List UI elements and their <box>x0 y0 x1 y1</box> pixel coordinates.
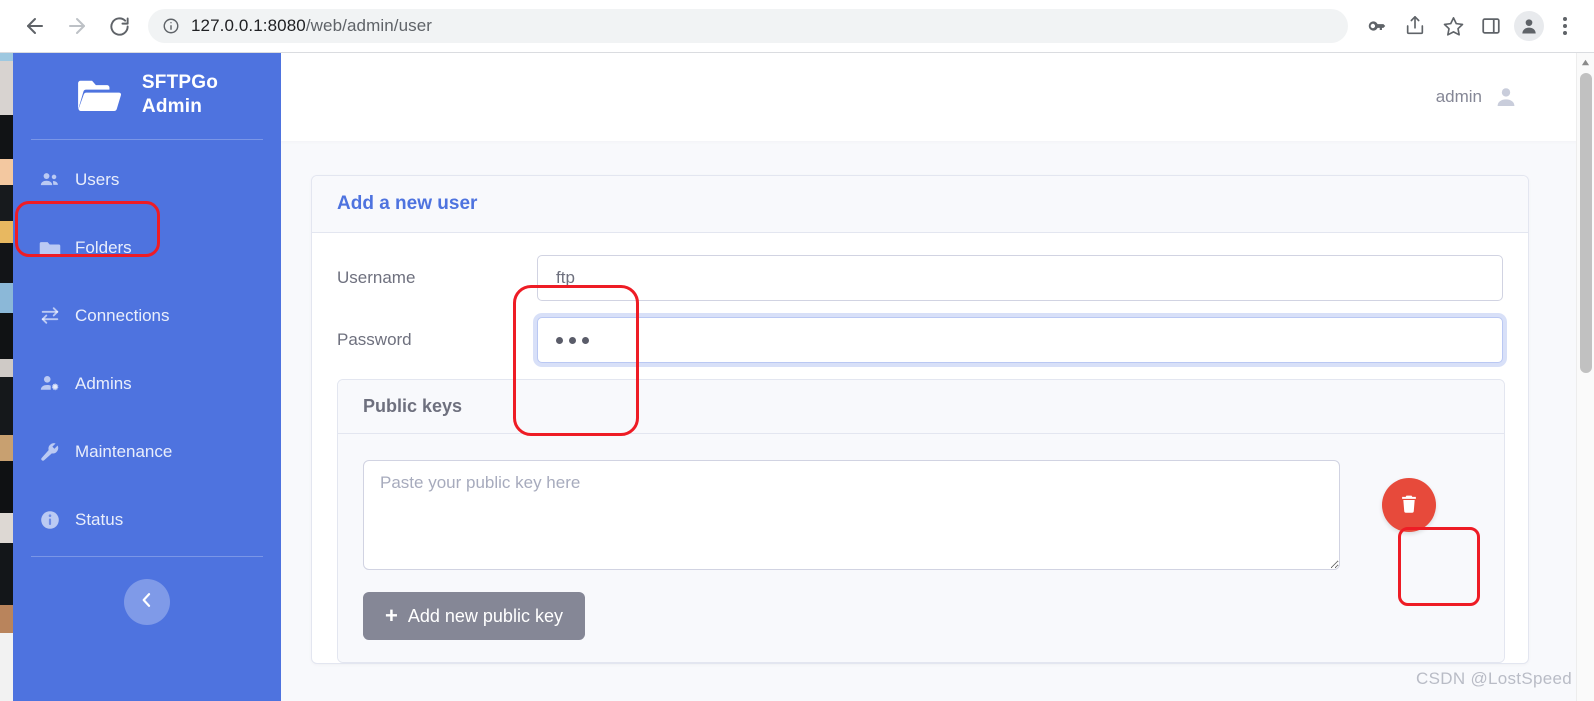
user-gear-icon <box>39 373 61 395</box>
card-header: Add a new user <box>312 176 1528 233</box>
password-label: Password <box>337 330 412 349</box>
browser-toolbar: 127.0.0.1:8080/web/admin/user <box>0 0 1594 53</box>
window-edge-artifacts <box>0 53 13 701</box>
share-icon[interactable] <box>1396 7 1434 45</box>
add-public-key-label: Add new public key <box>407 605 563 626</box>
sidebar-item-label: Admins <box>75 373 132 393</box>
address-bar[interactable]: 127.0.0.1:8080/web/admin/user <box>148 9 1348 43</box>
username-row: Username <box>337 255 1503 301</box>
watermark: CSDN @LostSpeed <box>1416 669 1572 688</box>
public-key-textarea[interactable] <box>363 460 1340 570</box>
password-masked-value <box>556 336 589 344</box>
delete-key-slot <box>1340 460 1479 532</box>
public-keys-header: Public keys <box>338 380 1504 434</box>
topbar-username: admin <box>1435 87 1482 106</box>
plus-icon: + <box>385 603 398 628</box>
sidebar-item-status[interactable]: Status <box>13 494 281 546</box>
screenshot-root: 127.0.0.1:8080/web/admin/user SFTPGo Adm… <box>0 0 1594 701</box>
browser-nav-buttons <box>14 5 140 47</box>
sidebar-brand[interactable]: SFTPGo Admin <box>13 53 281 135</box>
sidebar-item-connections[interactable]: Connections <box>13 290 281 342</box>
sidebar-collapse-wrap <box>13 557 281 625</box>
trash-icon <box>1398 493 1420 518</box>
sidebar-item-folders[interactable]: Folders <box>13 222 281 274</box>
forward-button[interactable] <box>56 5 98 47</box>
back-button[interactable] <box>14 5 56 47</box>
sidebar-brand-text: SFTPGo Admin <box>142 71 218 119</box>
username-input[interactable] <box>537 255 1503 301</box>
password-row: Password <box>337 317 1503 363</box>
transfer-arrows-icon <box>39 305 61 327</box>
kebab-menu-icon[interactable] <box>1550 7 1580 45</box>
brand-line-1: SFTPGo <box>141 72 219 93</box>
public-key-row <box>363 460 1479 570</box>
brand-line-2: Admin <box>141 95 203 117</box>
scroll-up-arrow[interactable] <box>1577 53 1594 71</box>
sidebar-item-label: Users <box>75 169 120 189</box>
sidebar-item-admins[interactable]: Admins <box>13 358 281 410</box>
public-keys-card: Public keys Paste your public key here +… <box>337 379 1505 663</box>
public-keys-body: + Add new public key <box>338 434 1504 662</box>
sidebar-item-label: Folders <box>75 237 132 257</box>
chevron-left-icon <box>137 590 157 613</box>
password-input[interactable] <box>537 317 1503 363</box>
page-scrollbar[interactable] <box>1576 53 1594 701</box>
profile-avatar-icon[interactable] <box>1514 11 1544 41</box>
topbar: admin <box>281 53 1594 141</box>
page-viewport: SFTPGo Admin Users Folders Connections A… <box>0 53 1594 701</box>
sidebar-item-label: Connections <box>75 305 170 325</box>
sidebar-nav: Users Folders Connections Admins Mainten… <box>13 140 281 546</box>
address-bar-url: 127.0.0.1:8080/web/admin/user <box>191 16 433 35</box>
wrench-icon <box>39 441 61 463</box>
page-title: Add a new user <box>337 193 478 214</box>
main-content: Add a new user Username Password <box>281 141 1594 664</box>
open-folder-icon <box>76 76 122 114</box>
bookmark-star-icon[interactable] <box>1434 7 1472 45</box>
password-key-icon[interactable] <box>1358 7 1396 45</box>
users-group-icon <box>39 169 61 191</box>
card-body: Username Password Public k <box>312 233 1528 663</box>
sidebar: SFTPGo Admin Users Folders Connections A… <box>13 53 281 701</box>
sidebar-item-label: Status <box>75 509 124 529</box>
add-user-card: Add a new user Username Password <box>311 175 1529 664</box>
side-panel-icon[interactable] <box>1472 7 1510 45</box>
sidebar-item-users[interactable]: Users <box>13 154 281 206</box>
public-keys-title: Public keys <box>363 396 463 416</box>
info-circle-icon <box>39 509 61 531</box>
scroll-thumb[interactable] <box>1580 73 1592 373</box>
username-label: Username <box>337 268 416 287</box>
reload-button[interactable] <box>98 5 140 47</box>
sidebar-item-maintenance[interactable]: Maintenance <box>13 426 281 478</box>
sidebar-item-label: Maintenance <box>75 441 173 461</box>
site-info-icon[interactable] <box>162 17 180 35</box>
delete-public-key-button[interactable] <box>1382 478 1437 532</box>
add-public-key-button[interactable]: + Add new public key <box>363 592 585 640</box>
topbar-user-menu[interactable]: admin <box>1436 85 1518 109</box>
user-avatar-icon <box>1494 85 1518 109</box>
content-area: admin Add a new user Username ftp Passwo… <box>281 53 1594 701</box>
sidebar-toggle-button[interactable] <box>124 578 170 625</box>
browser-action-icons <box>1358 7 1594 45</box>
folder-icon <box>39 237 61 259</box>
